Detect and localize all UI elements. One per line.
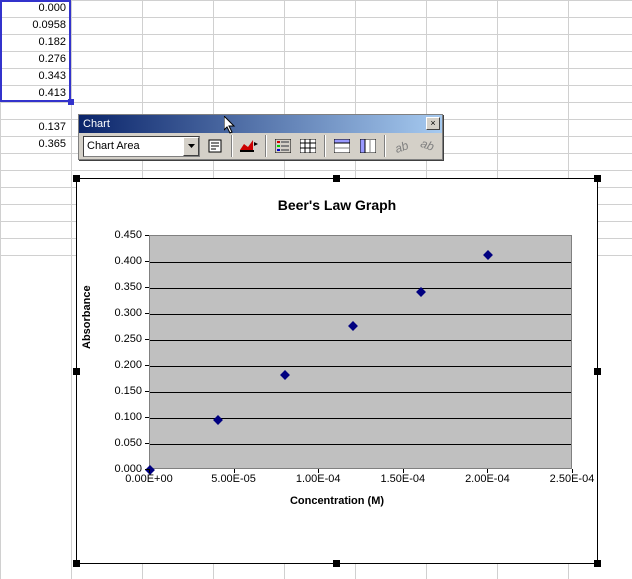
y-tick-mark: [145, 339, 149, 340]
by-column-icon: [360, 139, 376, 153]
svg-text:ab: ab: [419, 139, 435, 153]
data-table-button[interactable]: [297, 135, 319, 157]
by-column-button[interactable]: [356, 135, 378, 157]
x-tick-mark: [403, 469, 404, 473]
data-table-icon: [300, 139, 316, 153]
x-tick-label: 1.50E-04: [380, 473, 425, 485]
toolbar-separator: [384, 135, 386, 157]
legend-button[interactable]: [272, 135, 294, 157]
gridline: [150, 288, 571, 289]
y-tick-mark: [145, 417, 149, 418]
data-point[interactable]: [348, 322, 358, 332]
y-tick-label: 0.050: [92, 437, 142, 449]
y-tick-mark: [145, 261, 149, 262]
selection-handle[interactable]: [73, 175, 80, 182]
selection-handle[interactable]: [73, 368, 80, 375]
by-row-button[interactable]: [331, 135, 353, 157]
gridline: [150, 262, 571, 263]
plot-area[interactable]: [149, 235, 572, 469]
gridline: [150, 366, 571, 367]
x-tick-mark: [487, 469, 488, 473]
y-tick-label: 0.300: [92, 307, 142, 319]
y-tick-mark: [145, 235, 149, 236]
gridline: [150, 340, 571, 341]
gridline: [150, 444, 571, 445]
cell-a9[interactable]: 0.365: [0, 136, 70, 153]
data-point[interactable]: [280, 370, 290, 380]
y-tick-label: 0.100: [92, 411, 142, 423]
gridline: [150, 314, 571, 315]
by-row-icon: [334, 139, 350, 153]
y-tick-mark: [145, 365, 149, 366]
selection-handle[interactable]: [333, 560, 340, 567]
x-tick-mark: [234, 469, 235, 473]
selection-handle[interactable]: [594, 560, 601, 567]
angle-ccw-icon: ab: [394, 139, 410, 153]
selection-handle[interactable]: [594, 175, 601, 182]
cell-a3[interactable]: 0.182: [0, 34, 70, 51]
toolbar-title-text: Chart: [83, 118, 110, 130]
format-object-button[interactable]: [203, 135, 225, 157]
x-tick-label: 0.00E+00: [125, 473, 172, 485]
selection-handle[interactable]: [333, 175, 340, 182]
close-icon: ×: [430, 118, 435, 128]
x-tick-mark: [318, 469, 319, 473]
y-tick-label: 0.200: [92, 359, 142, 371]
toolbar-separator: [324, 135, 326, 157]
y-tick-label: 0.400: [92, 255, 142, 267]
x-axis-title[interactable]: Concentration (M): [77, 495, 597, 507]
x-tick-label: 2.00E-04: [465, 473, 510, 485]
cell-a1[interactable]: 0.000: [0, 0, 70, 17]
x-tick-label: 1.00E-04: [296, 473, 341, 485]
toolbar-titlebar[interactable]: Chart ×: [79, 115, 442, 133]
y-tick-mark: [145, 313, 149, 314]
chevron-down-icon: [188, 144, 195, 148]
toolbar-separator: [231, 135, 233, 157]
toolbar-separator: [265, 135, 267, 157]
x-tick-mark: [572, 469, 573, 473]
x-tick-label: 2.50E-04: [550, 473, 595, 485]
y-tick-label: 0.350: [92, 281, 142, 293]
toolbar-row: Chart Area: [79, 133, 442, 159]
data-point[interactable]: [213, 415, 223, 425]
y-tick-mark: [145, 391, 149, 392]
chart-toolbar[interactable]: Chart × Chart Area: [78, 114, 443, 160]
gridline: [150, 392, 571, 393]
embedded-chart[interactable]: Beer's Law Graph Absorbance Concentratio…: [76, 178, 598, 564]
selection-handle[interactable]: [73, 560, 80, 567]
cell-a8[interactable]: 0.137: [0, 119, 70, 136]
chart-objects-combo[interactable]: Chart Area: [83, 136, 200, 157]
y-tick-mark: [145, 287, 149, 288]
angle-cw-icon: ab: [419, 139, 435, 153]
svg-text:ab: ab: [394, 139, 410, 153]
data-point[interactable]: [483, 250, 493, 260]
chart-type-icon: [240, 138, 258, 154]
combo-text: Chart Area: [84, 140, 183, 152]
cell-a5[interactable]: 0.343: [0, 68, 70, 85]
cell-a2[interactable]: 0.0958: [0, 17, 70, 34]
x-tick-label: 5.00E-05: [211, 473, 256, 485]
chart-title[interactable]: Beer's Law Graph: [77, 197, 597, 213]
y-tick-label: 0.150: [92, 385, 142, 397]
chart-type-button[interactable]: [238, 135, 260, 157]
angle-cw-button[interactable]: ab: [416, 135, 438, 157]
y-tick-label: 0.450: [92, 229, 142, 241]
y-tick-mark: [145, 443, 149, 444]
cell-a6[interactable]: 0.413: [0, 85, 70, 102]
format-icon: [207, 138, 223, 154]
legend-icon: [275, 139, 291, 153]
toolbar-close-button[interactable]: ×: [426, 117, 440, 130]
angle-ccw-button[interactable]: ab: [391, 135, 413, 157]
cell-a4[interactable]: 0.276: [0, 51, 70, 68]
selection-handle[interactable]: [594, 368, 601, 375]
y-tick-label: 0.250: [92, 333, 142, 345]
x-tick-mark: [149, 469, 150, 473]
combo-dropdown-button[interactable]: [183, 137, 199, 156]
